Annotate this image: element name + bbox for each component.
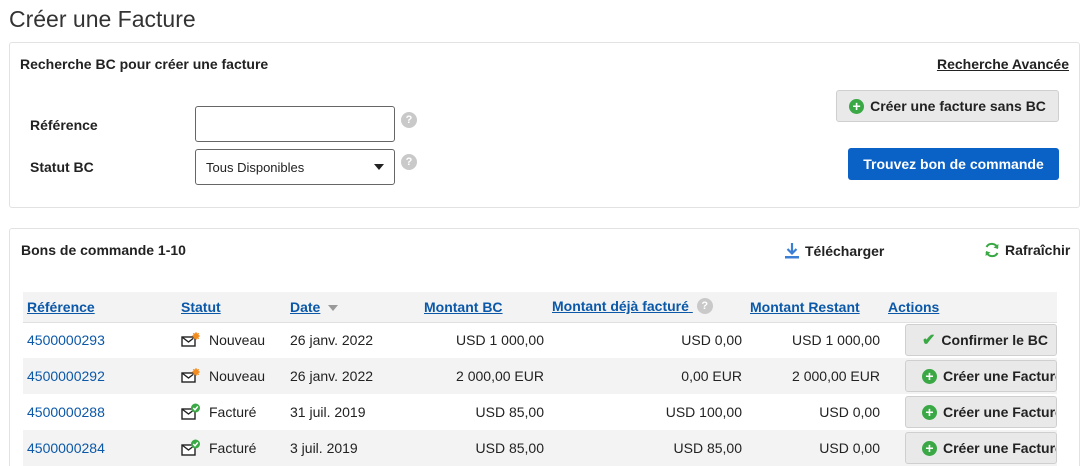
remaining-amount-cell: USD 0,00 xyxy=(819,404,880,420)
plus-icon: + xyxy=(922,368,937,384)
row-action-button[interactable]: + Créer une Facture xyxy=(905,432,1057,464)
invoiced-amount-cell: USD 100,00 xyxy=(665,404,742,420)
reference-label: Référence xyxy=(30,117,98,133)
column-header-date[interactable]: Date xyxy=(286,292,420,323)
invoiced-amount-cell: 0,00 EUR xyxy=(548,358,746,394)
table-row: 4500000293 Nouveau 26 janv. 2022 USD 1 000,… xyxy=(23,322,1057,358)
plus-icon: + xyxy=(849,98,865,114)
create-invoice-without-po-button[interactable]: + Créer une facture sans BC xyxy=(836,90,1059,122)
plus-icon: + xyxy=(922,404,937,420)
column-header-invoiced-label: Montant déjà facturé xyxy=(552,298,689,315)
invoiced-help-icon[interactable]: ? xyxy=(696,298,713,315)
po-amount-cell: USD 1 000,00 xyxy=(456,332,544,349)
po-list-title: Bons de commande 1-10 xyxy=(21,242,186,258)
po-reference-link[interactable]: 4500000288 xyxy=(27,404,105,420)
download-label: Télécharger xyxy=(805,242,885,259)
row-action-button[interactable]: ✔ Confirmer le BC xyxy=(905,324,1057,357)
column-header-status[interactable]: Statut xyxy=(177,292,286,323)
invoiced-envelope-icon xyxy=(181,439,200,456)
date-cell: 26 janv. 2022 xyxy=(286,358,420,394)
column-header-actions: Actions xyxy=(884,292,1057,323)
column-header-reference[interactable]: Référence xyxy=(23,292,177,323)
date-cell: 31 juil. 2019 xyxy=(290,404,366,420)
status-cell: Facturé xyxy=(181,403,282,421)
status-select[interactable]: Tous Disponibles xyxy=(195,149,395,185)
page-title: Créer une Facture xyxy=(9,6,196,32)
po-amount-cell: USD 85,00 xyxy=(420,430,548,466)
row-action-label: Confirmer le BC xyxy=(941,332,1048,349)
reference-input[interactable] xyxy=(195,106,395,142)
invoiced-envelope-icon xyxy=(181,403,200,420)
invoiced-amount-cell: USD 0,00 xyxy=(681,332,742,349)
date-cell: 3 juil. 2019 xyxy=(286,430,420,466)
refresh-button[interactable]: Rafraîchir xyxy=(984,242,1070,258)
search-panel-title: Recherche BC pour créer une facture xyxy=(20,56,269,72)
po-reference-link[interactable]: 4500000292 xyxy=(27,368,105,384)
po-reference-link[interactable]: 4500000293 xyxy=(27,332,105,348)
po-amount-cell: 2 000,00 EUR xyxy=(420,358,548,394)
status-cell: Facturé xyxy=(181,439,282,457)
chevron-down-icon xyxy=(374,164,384,170)
status-text: Facturé xyxy=(209,404,257,420)
column-header-po-amount[interactable]: Montant BC xyxy=(420,292,548,323)
check-icon: ✔ xyxy=(922,332,936,350)
table-header-row: Référence Statut Date Montant BC Montant… xyxy=(23,292,1057,323)
column-header-date-label: Date xyxy=(290,298,321,315)
table-row: 4500000288 Facturé 31 juil. 2019 USD 85,00 U… xyxy=(23,394,1057,430)
status-select-value: Tous Disponibles xyxy=(206,159,305,175)
date-cell: 26 janv. 2022 xyxy=(290,332,374,349)
column-header-invoiced-amount[interactable]: Montant déjà facturé ? xyxy=(548,292,746,323)
create-invoice-without-po-label: Créer une facture sans BC xyxy=(870,98,1046,114)
find-po-button[interactable]: Trouvez bon de commande xyxy=(848,148,1059,180)
advanced-search-link[interactable]: Recherche Avancée xyxy=(937,56,1069,72)
plus-icon: + xyxy=(922,440,937,456)
refresh-icon xyxy=(985,242,999,258)
download-button[interactable]: Télécharger xyxy=(784,242,884,259)
remaining-amount-cell: USD 0,00 xyxy=(746,430,884,466)
remaining-amount-cell: 2 000,00 EUR xyxy=(746,358,884,394)
status-help-icon[interactable]: ? xyxy=(401,154,417,170)
column-header-remaining-amount[interactable]: Montant Restant xyxy=(746,292,884,323)
po-amount-cell: USD 85,00 xyxy=(475,404,544,420)
po-reference-link[interactable]: 4500000284 xyxy=(27,440,105,456)
table-row: 4500000292 Nouveau 26 janv. 2022 2 000,00 E… xyxy=(23,358,1057,394)
new-envelope-icon xyxy=(181,368,200,383)
remaining-amount-cell: USD 1 000,00 xyxy=(792,332,880,349)
status-text: Nouveau xyxy=(209,368,266,384)
row-action-label: Créer une Facture xyxy=(943,404,1057,420)
status-cell: Nouveau xyxy=(181,368,282,384)
status-text: Facturé xyxy=(209,440,257,456)
search-panel: Recherche BC pour créer une facture Rech… xyxy=(9,42,1080,208)
status-cell: Nouveau xyxy=(181,332,282,348)
invoiced-amount-cell: USD 85,00 xyxy=(548,430,746,466)
download-icon xyxy=(785,243,799,259)
status-text: Nouveau xyxy=(209,332,266,349)
refresh-label: Rafraîchir xyxy=(1005,242,1071,258)
new-envelope-icon xyxy=(181,332,200,347)
reference-help-icon[interactable]: ? xyxy=(401,112,417,128)
sort-descending-icon xyxy=(328,305,339,312)
po-table: Référence Statut Date Montant BC Montant… xyxy=(23,292,1057,466)
table-row: 4500000284 Facturé 3 juil. 2019 USD 85,00 US… xyxy=(23,430,1057,466)
row-action-button[interactable]: + Créer une Facture xyxy=(905,360,1057,392)
row-action-label: Créer une Facture xyxy=(943,368,1057,384)
status-label: Statut BC xyxy=(30,159,94,175)
row-action-button[interactable]: + Créer une Facture xyxy=(905,396,1057,428)
row-action-label: Créer une Facture xyxy=(943,440,1057,456)
